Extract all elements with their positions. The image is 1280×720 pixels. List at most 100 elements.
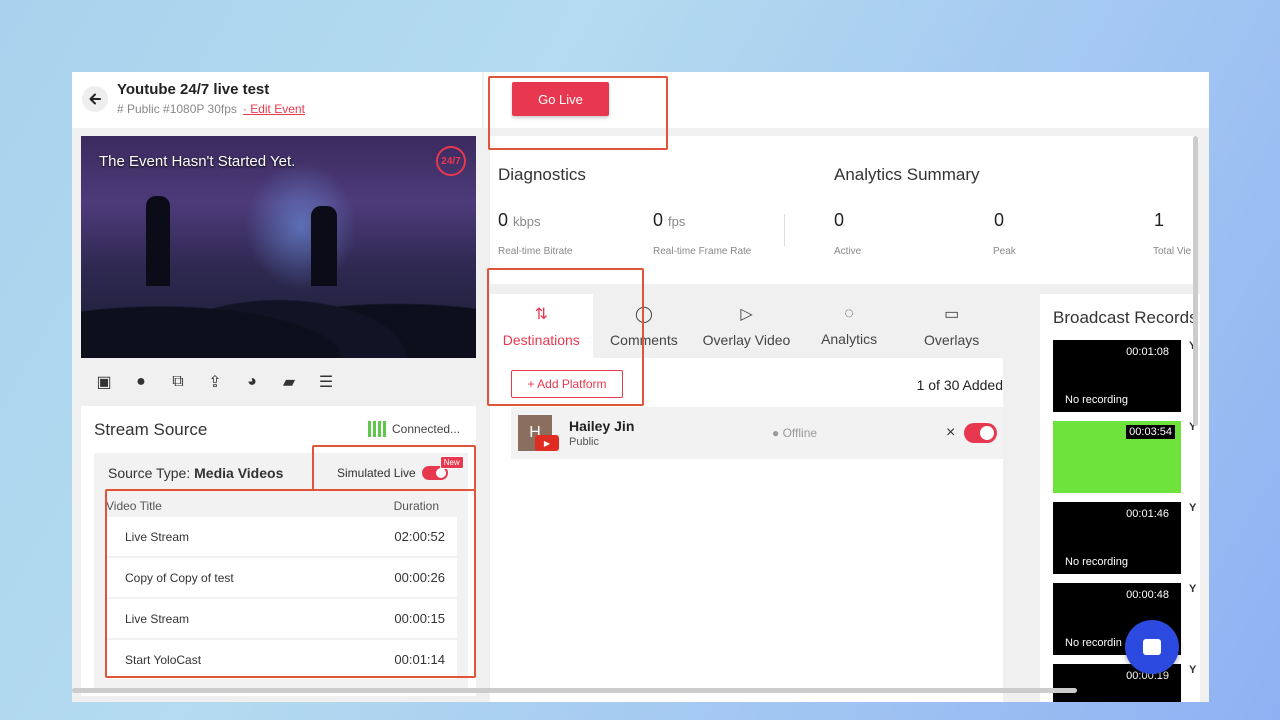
play-icon[interactable]: ● (131, 373, 151, 391)
preview-message: The Event Hasn't Started Yet. (99, 153, 296, 170)
app-window: Youtube 24/7 live test # Public #1080P 3… (72, 72, 1209, 702)
added-count: 1 of 30 Added (916, 377, 1003, 393)
table-row[interactable]: Copy of Copy of test 00:00:26 (105, 558, 457, 597)
video-table-header: Video Title Duration (105, 495, 457, 517)
back-button[interactable] (82, 86, 108, 112)
framerate-value: 0 (653, 210, 664, 230)
chat-icon (1143, 639, 1161, 655)
crowd-silhouette (81, 268, 476, 358)
remove-platform-button[interactable]: × (946, 424, 955, 442)
platform-name: Hailey Jin (569, 418, 635, 434)
new-badge: New (439, 456, 464, 469)
diagnostics-panel: Diagnostics 0 kbps Real-time Bitrate 0 f… (490, 136, 1198, 284)
record-title: Y (1189, 502, 1197, 514)
add-platform-button[interactable]: + Add Platform (511, 370, 623, 398)
video-duration: 00:00:26 (394, 570, 445, 585)
video-duration: 00:01:14 (394, 652, 445, 667)
record-thumbnail[interactable]: 00:01:08 No recording (1053, 340, 1181, 412)
record-thumbnail[interactable]: 00:01:46 No recording (1053, 502, 1181, 574)
video-title: Start YoloCast (125, 652, 202, 667)
framerate-metric: 0 fps (653, 210, 685, 231)
tab-label: Destinations (502, 332, 580, 348)
arrow-left-icon (89, 93, 101, 105)
record-time: 00:00:48 (1126, 589, 1169, 601)
platform-toggle[interactable] (964, 423, 997, 443)
tab-destinations[interactable]: ⇅ Destinations (490, 294, 593, 358)
tab-label: Overlay Video (702, 332, 791, 348)
stream-source-panel: Stream Source Connected... Source Type: … (81, 406, 476, 696)
active-label: Active (834, 246, 862, 257)
vertical-scrollbar[interactable] (1193, 136, 1198, 426)
table-row[interactable]: Start YoloCast 00:01:14 (105, 640, 457, 679)
video-duration: 02:00:52 (394, 529, 445, 544)
broadcast-records-title: Broadcast Records (1053, 308, 1198, 327)
playlist-icon[interactable]: ☰ (316, 372, 336, 392)
total-views-label: Total Vie (1153, 246, 1192, 257)
source-type-label: Source Type: (108, 465, 191, 481)
youtube-icon: ▶ (535, 435, 559, 451)
video-title: Copy of Copy of test (125, 570, 234, 585)
peak-label: Peak (993, 246, 1016, 257)
record-label: No recording (1065, 556, 1128, 568)
record-label: No recording (1065, 394, 1128, 406)
horizontal-scrollbar[interactable] (72, 688, 1077, 693)
table-row[interactable]: Live Stream 00:00:15 (105, 599, 457, 638)
peak-value: 0 (994, 210, 1005, 230)
video-title: Live Stream (125, 529, 190, 544)
tabs-panel: ⇅ Destinations ◯ Comments ▷ Overlay Vide… (490, 294, 1003, 702)
simulated-live: Simulated Live New (337, 456, 464, 480)
table-row[interactable]: Live Stream 02:00:52 (105, 517, 457, 556)
tab-label: Analytics (821, 331, 878, 347)
record-thumbnail[interactable]: 00:03:54 (1053, 421, 1181, 493)
stream-preview[interactable]: The Event Hasn't Started Yet. 24/7 (81, 136, 476, 358)
tab-comments[interactable]: ◯ Comments (593, 294, 696, 358)
diagnostics-title: Diagnostics (498, 165, 586, 184)
circle-chart-icon: ◌ (844, 305, 854, 322)
record-time: 00:03:54 (1126, 425, 1175, 439)
chat-button[interactable] (1125, 620, 1179, 674)
record-time: 00:01:46 (1126, 508, 1169, 520)
tab-bar: ⇅ Destinations ◯ Comments ▷ Overlay Vide… (490, 294, 1003, 358)
tab-label: Overlays (924, 332, 980, 348)
signal-bars-icon (368, 421, 386, 437)
bitrate-metric: 0 kbps (498, 210, 541, 231)
connection-status: Connected... (368, 421, 460, 437)
record-title: Y (1189, 583, 1197, 595)
tab-label: Comments (610, 332, 678, 348)
source-type-value: Media Videos (194, 465, 284, 481)
framerate-label: Real-time Frame Rate (653, 246, 752, 257)
tab-analytics[interactable]: ◌ Analytics (798, 294, 901, 358)
camera-icon[interactable]: ▰ (279, 372, 299, 392)
total-views-value: 1 (1154, 210, 1165, 230)
record-label: No recordin (1065, 637, 1122, 649)
source-type: Source Type: Media Videos (108, 465, 283, 481)
event-title: Youtube 24/7 live test (117, 81, 270, 98)
bitrate-unit: kbps (513, 214, 541, 229)
tab-overlay-video[interactable]: ▷ Overlay Video (695, 294, 798, 358)
merge-icon: ⇅ (534, 306, 548, 323)
edit-event-link[interactable]: · Edit Event (243, 102, 305, 116)
share-icon[interactable]: ⇪ (205, 372, 225, 392)
record-time: 00:01:08 (1126, 346, 1169, 358)
column-video-title: Video Title (106, 499, 162, 513)
event-header: Youtube 24/7 live test # Public #1080P 3… (72, 72, 482, 128)
go-live-button[interactable]: Go Live (512, 82, 609, 116)
analytics-title: Analytics Summary (834, 165, 980, 184)
tab-overlays[interactable]: ▭ Overlays (900, 294, 1003, 358)
palette-icon[interactable]: ◕ (242, 373, 262, 391)
video-title: Live Stream (125, 611, 190, 626)
platform-status: ● Offline (772, 426, 818, 440)
embed-icon[interactable]: ⧉ (168, 373, 188, 391)
stream-source-title: Stream Source (94, 420, 208, 439)
preview-toolbar: ▣ ● ⧉ ⇪ ◕ ▰ ☰ (94, 372, 336, 392)
column-duration: Duration (393, 499, 439, 513)
top-bar: Go Live (484, 72, 1209, 128)
simulated-live-toggle[interactable]: New (421, 456, 464, 480)
image-icon[interactable]: ▣ (94, 372, 114, 392)
record-title: Y (1189, 664, 1197, 676)
video-icon: ▷ (740, 306, 753, 323)
divider (784, 214, 785, 246)
simulated-live-label: Simulated Live (337, 466, 416, 480)
video-table: Video Title Duration Live Stream 02:00:5… (105, 495, 457, 681)
platform-visibility: Public (569, 436, 599, 448)
